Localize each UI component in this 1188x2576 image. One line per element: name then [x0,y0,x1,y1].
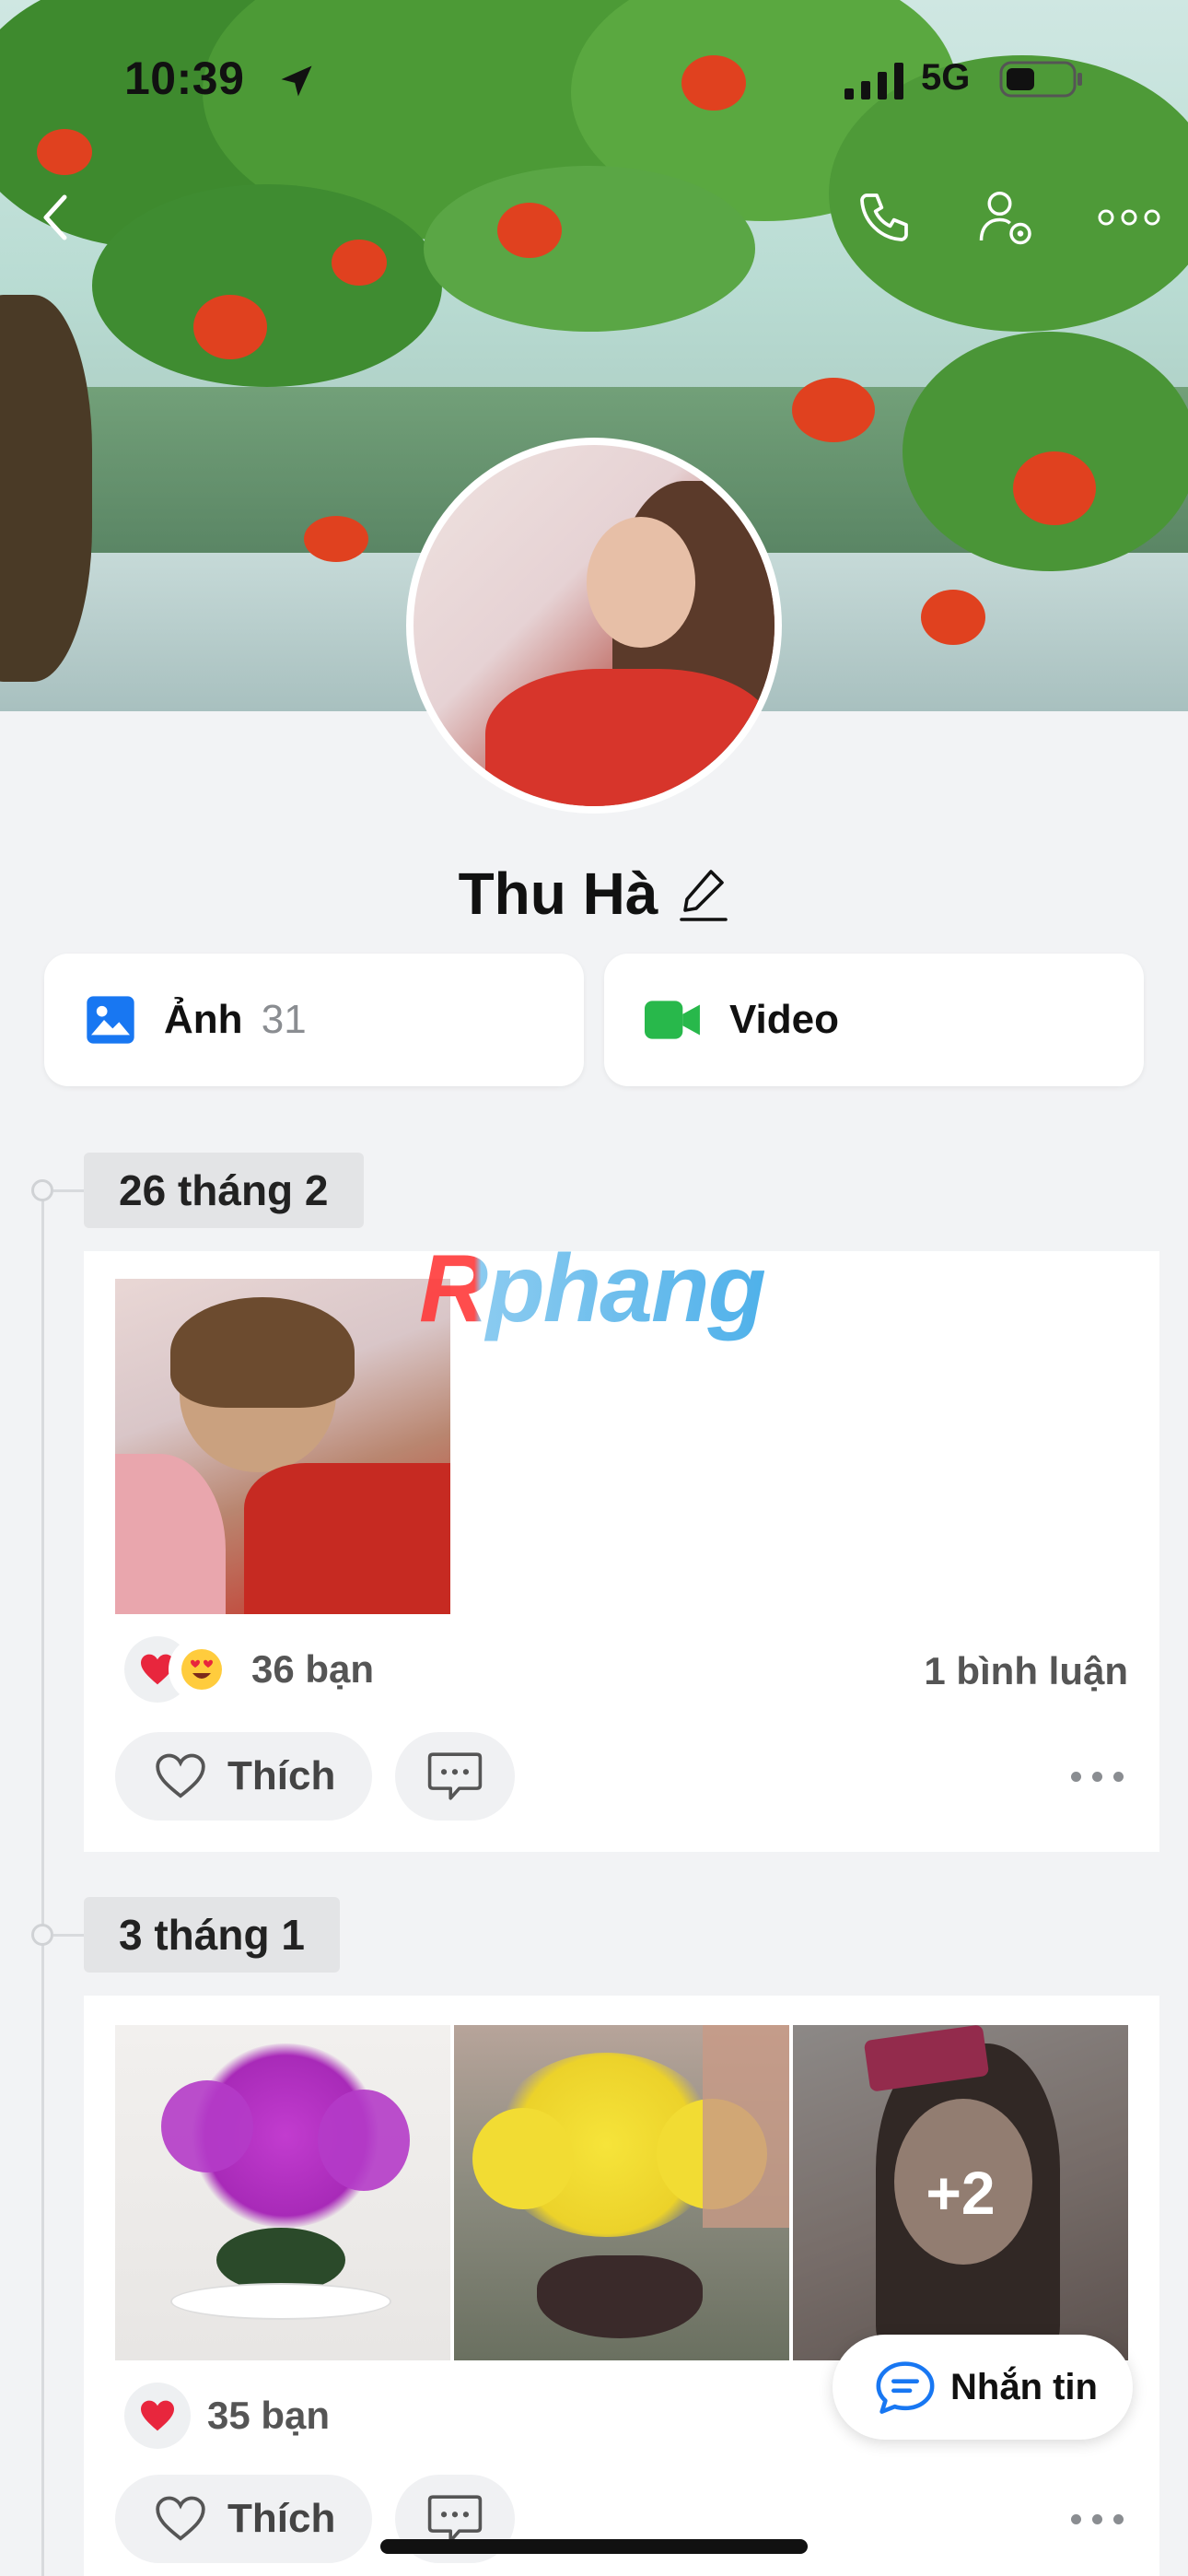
phone-icon[interactable] [847,181,921,254]
like-label: Thích [227,2496,336,2541]
post-more-icon[interactable] [1071,2505,1136,2533]
comments-count[interactable]: 1 bình luận [924,1649,1128,1693]
avatar[interactable] [406,438,782,814]
post-photo-more[interactable]: +2 [793,2025,1128,2360]
message-button-label: Nhắn tin [950,2366,1098,2407]
like-label: Thích [227,1753,336,1798]
heart-reaction-icon [124,2383,191,2449]
timeline-dot [31,1924,53,1946]
photos-label: Ảnh [164,997,243,1042]
network-type: 5G [921,57,971,98]
date-chip: 26 tháng 2 [84,1153,364,1228]
post-card[interactable]: +2 35 bạn Thích [84,1996,1159,2576]
comment-icon [427,1752,483,1800]
comment-icon [427,2495,483,2543]
post-photo[interactable] [115,1279,450,1614]
reactions[interactable]: 36 bạn [124,1636,374,1703]
reactions-count: 36 bạn [251,1647,375,1691]
post-photo[interactable] [115,2025,450,2360]
heart-outline-icon [156,2496,205,2541]
status-time: 10:39 [124,53,245,104]
reactions-count: 35 bạn [207,2394,331,2437]
profile-name: Thu Hà [458,861,658,927]
chat-bubble-icon [876,2361,935,2414]
profile-name-row: Thu Hà [0,857,1188,931]
comment-button[interactable] [395,1732,515,1821]
post-photo[interactable] [454,2025,789,2360]
love-eyes-reaction-icon [169,1636,235,1703]
photos-button[interactable]: Ảnh 31 [44,954,584,1086]
photo-icon [87,996,134,1044]
watermark-logo: Rphang [419,1235,766,1342]
avatar-image [413,445,775,806]
video-label: Video [729,997,840,1042]
more-icon[interactable] [1092,181,1166,254]
timeline-dot [31,1179,53,1201]
timeline-line [41,1188,44,2576]
post-more-icon[interactable] [1071,1762,1136,1790]
edit-pencil-icon[interactable] [678,864,729,923]
location-arrow-icon [281,65,312,97]
reactions[interactable]: 35 bạn [124,2383,330,2449]
message-button[interactable]: Nhắn tin [833,2335,1133,2440]
photos-count: 31 [261,997,307,1042]
heart-outline-icon [156,1753,205,1798]
date-chip: 3 tháng 1 [84,1897,340,1973]
like-button[interactable]: Thích [115,2475,373,2563]
video-camera-icon [645,1001,700,1039]
signal-icon [844,63,903,100]
battery-icon [999,61,1082,98]
video-button[interactable]: Video [604,954,1144,1086]
profile-settings-icon[interactable] [970,181,1043,254]
back-icon[interactable] [18,181,92,254]
home-indicator[interactable] [380,2539,808,2554]
more-photos-count: +2 [793,2025,1128,2360]
like-button[interactable]: Thích [115,1732,373,1821]
